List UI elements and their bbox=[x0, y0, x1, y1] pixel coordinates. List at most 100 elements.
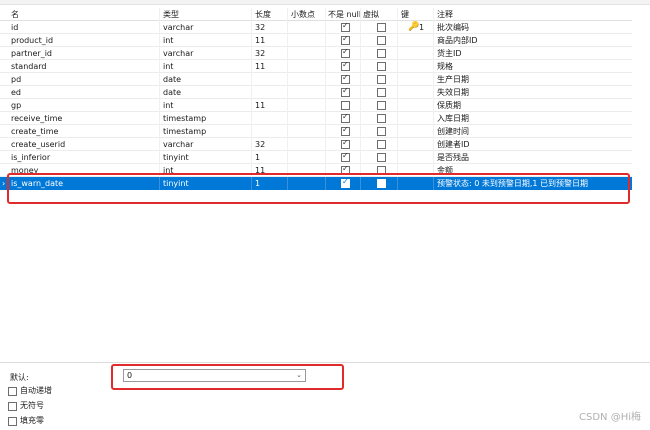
virtual-checkbox[interactable] bbox=[377, 62, 386, 71]
field-type-cell[interactable]: tinyint bbox=[162, 151, 252, 164]
option-checkbox[interactable] bbox=[8, 402, 17, 411]
field-comment-cell[interactable]: 规格 bbox=[436, 60, 632, 73]
field-decimals-cell[interactable] bbox=[290, 151, 326, 164]
field-decimals-cell[interactable] bbox=[290, 99, 326, 112]
not-null-checkbox[interactable] bbox=[341, 47, 350, 58]
not-null-checkbox[interactable] bbox=[341, 60, 350, 71]
virtual-checkbox[interactable] bbox=[377, 75, 386, 84]
field-name-cell[interactable]: id bbox=[10, 21, 160, 34]
header-type[interactable]: 类型 bbox=[162, 8, 252, 21]
field-length-cell[interactable] bbox=[254, 112, 288, 125]
field-length-cell[interactable] bbox=[254, 86, 288, 99]
not-null-checkbox[interactable] bbox=[341, 34, 350, 45]
virtual-checkbox[interactable] bbox=[377, 23, 386, 32]
table-row[interactable]: standard int 11 规格 bbox=[0, 60, 632, 73]
field-type-cell[interactable]: timestamp bbox=[162, 125, 252, 138]
not-null-checkbox[interactable] bbox=[341, 138, 350, 149]
field-decimals-cell[interactable] bbox=[290, 60, 326, 73]
field-decimals-cell[interactable] bbox=[290, 34, 326, 47]
field-type-cell[interactable]: varchar bbox=[162, 47, 252, 60]
field-type-cell[interactable]: date bbox=[162, 73, 252, 86]
field-type-cell[interactable]: int bbox=[162, 34, 252, 47]
table-row[interactable]: is_inferior tinyint 1 是否残品 bbox=[0, 151, 632, 164]
option-checkbox[interactable] bbox=[8, 387, 17, 396]
field-decimals-cell[interactable] bbox=[290, 21, 326, 34]
option-checkbox[interactable] bbox=[8, 417, 17, 426]
field-decimals-cell[interactable] bbox=[290, 138, 326, 151]
field-type-cell[interactable]: int bbox=[162, 60, 252, 73]
field-comment-cell[interactable]: 是否残品 bbox=[436, 151, 632, 164]
field-name-cell[interactable]: standard bbox=[10, 60, 160, 73]
not-null-checkbox[interactable] bbox=[341, 73, 350, 84]
field-type-cell[interactable]: int bbox=[162, 99, 252, 112]
field-name-cell[interactable]: create_userid bbox=[10, 138, 160, 151]
table-row[interactable]: create_userid varchar 32 创建者ID bbox=[0, 138, 632, 151]
header-not-null[interactable]: 不是 null bbox=[327, 8, 361, 21]
field-comment-cell[interactable]: 货主ID bbox=[436, 47, 632, 60]
not-null-checkbox[interactable] bbox=[341, 125, 350, 136]
header-virtual[interactable]: 虚拟 bbox=[362, 8, 398, 21]
field-length-cell[interactable]: 11 bbox=[254, 99, 288, 112]
field-name-cell[interactable]: is_inferior bbox=[10, 151, 160, 164]
field-comment-cell[interactable]: 失效日期 bbox=[436, 86, 632, 99]
not-null-checkbox[interactable] bbox=[341, 151, 350, 162]
field-comment-cell[interactable]: 生产日期 bbox=[436, 73, 632, 86]
field-name-cell[interactable]: pd bbox=[10, 73, 160, 86]
virtual-checkbox[interactable] bbox=[377, 36, 386, 45]
table-row[interactable]: pd date 生产日期 bbox=[0, 73, 632, 86]
field-length-cell[interactable] bbox=[254, 125, 288, 138]
field-comment-cell[interactable]: 创建时间 bbox=[436, 125, 632, 138]
virtual-checkbox[interactable] bbox=[377, 127, 386, 136]
not-null-checkbox[interactable] bbox=[341, 112, 350, 123]
field-name-cell[interactable]: create_time bbox=[10, 125, 160, 138]
table-row[interactable]: product_id int 11 商品内部ID bbox=[0, 34, 632, 47]
virtual-checkbox[interactable] bbox=[377, 88, 386, 97]
table-row[interactable]: partner_id varchar 32 货主ID bbox=[0, 47, 632, 60]
field-length-cell[interactable]: 1 bbox=[254, 151, 288, 164]
field-name-cell[interactable]: gp bbox=[10, 99, 160, 112]
field-name-cell[interactable]: ed bbox=[10, 86, 160, 99]
field-comment-cell[interactable]: 创建者ID bbox=[436, 138, 632, 151]
field-length-cell[interactable]: 32 bbox=[254, 21, 288, 34]
field-decimals-cell[interactable] bbox=[290, 112, 326, 125]
field-length-cell[interactable]: 32 bbox=[254, 138, 288, 151]
table-row[interactable]: ed date 失效日期 bbox=[0, 86, 632, 99]
field-comment-cell[interactable]: 保质期 bbox=[436, 99, 632, 112]
header-length[interactable]: 长度 bbox=[254, 8, 288, 21]
not-null-checkbox[interactable] bbox=[341, 86, 350, 97]
virtual-checkbox[interactable] bbox=[377, 49, 386, 58]
field-length-cell[interactable]: 32 bbox=[254, 47, 288, 60]
field-length-cell[interactable] bbox=[254, 73, 288, 86]
field-type-cell[interactable]: varchar bbox=[162, 138, 252, 151]
header-decimals[interactable]: 小数点 bbox=[290, 8, 326, 21]
field-decimals-cell[interactable] bbox=[290, 125, 326, 138]
table-row[interactable]: idvarchar32 批次编码 🔑1 bbox=[0, 21, 632, 34]
header-comment[interactable]: 注释 bbox=[436, 8, 632, 21]
table-row[interactable]: receive_time timestamp 入库日期 bbox=[0, 112, 632, 125]
header-name[interactable]: 名 bbox=[10, 8, 160, 21]
field-type-cell[interactable]: varchar bbox=[162, 21, 252, 34]
field-comment-cell[interactable]: 入库日期 bbox=[436, 112, 632, 125]
header-key[interactable]: 键 bbox=[400, 8, 434, 21]
field-comment-cell[interactable]: 商品内部ID bbox=[436, 34, 632, 47]
field-name-cell[interactable]: partner_id bbox=[10, 47, 160, 60]
field-length-cell[interactable]: 11 bbox=[254, 34, 288, 47]
not-null-checkbox[interactable] bbox=[341, 101, 350, 110]
option-label: 填充零 bbox=[20, 416, 44, 425]
table-row[interactable]: gp int 11 保质期 bbox=[0, 99, 632, 112]
virtual-checkbox[interactable] bbox=[377, 140, 386, 149]
field-decimals-cell[interactable] bbox=[290, 86, 326, 99]
field-type-cell[interactable]: date bbox=[162, 86, 252, 99]
field-decimals-cell[interactable] bbox=[290, 47, 326, 60]
table-row[interactable]: create_time timestamp 创建时间 bbox=[0, 125, 632, 138]
field-comment-cell[interactable]: 批次编码 bbox=[436, 21, 632, 34]
virtual-checkbox[interactable] bbox=[377, 114, 386, 123]
field-name-cell[interactable]: receive_time bbox=[10, 112, 160, 125]
field-decimals-cell[interactable] bbox=[290, 73, 326, 86]
virtual-checkbox[interactable] bbox=[377, 101, 386, 110]
field-name-cell[interactable]: product_id bbox=[10, 34, 160, 47]
virtual-checkbox[interactable] bbox=[377, 153, 386, 162]
field-type-cell[interactable]: timestamp bbox=[162, 112, 252, 125]
field-length-cell[interactable]: 11 bbox=[254, 60, 288, 73]
not-null-checkbox[interactable] bbox=[341, 21, 350, 32]
